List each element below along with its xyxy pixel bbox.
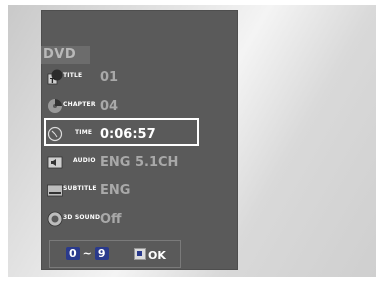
- dvd-info-panel: DVD T TITLE 01 CHAPTER 04 TIME 0:06:57 A…: [41, 10, 238, 270]
- 3d-sound-icon: [47, 211, 63, 227]
- menu-row-label: SUBTITLE: [63, 185, 97, 192]
- menu-row-label: TITLE: [63, 72, 83, 79]
- title-icon: T: [47, 69, 63, 85]
- ok-hint: OK: [134, 248, 166, 262]
- key-hint-bar: 0 ~9 OK: [49, 240, 181, 268]
- menu-row-label: AUDIO: [73, 157, 96, 164]
- svg-text:T: T: [50, 77, 55, 85]
- number-keys-hint: 0 ~9: [66, 247, 109, 260]
- selection-highlight: [44, 118, 199, 146]
- menu-row-value: Off: [100, 212, 122, 227]
- panel-header: DVD: [41, 46, 90, 64]
- menu-row-label: 3D SOUND: [63, 214, 101, 221]
- menu-row-value: 01: [100, 70, 119, 85]
- audio-icon: [47, 156, 63, 169]
- subtitle-icon: [47, 184, 63, 197]
- menu-row-value: ENG: [100, 183, 131, 198]
- key-range-separator: ~: [82, 247, 92, 260]
- menu-row-title[interactable]: T TITLE 01: [41, 63, 238, 93]
- header-title: DVD: [43, 47, 77, 62]
- key-0: 0: [66, 247, 80, 260]
- enter-icon: [134, 248, 146, 260]
- menu-row-value: 04: [100, 99, 119, 114]
- menu-row-3d-sound[interactable]: 3D SOUND Off: [41, 205, 238, 235]
- key-9: 9: [94, 247, 109, 260]
- chapter-icon: [48, 99, 62, 113]
- menu-row-subtitle[interactable]: SUBTITLE ENG: [41, 176, 238, 206]
- menu-row-label: CHAPTER: [63, 101, 96, 108]
- menu-row-audio[interactable]: AUDIO ENG 5.1CH: [41, 148, 238, 178]
- ok-label: OK: [148, 249, 166, 262]
- menu-row-value: ENG 5.1CH: [100, 155, 179, 170]
